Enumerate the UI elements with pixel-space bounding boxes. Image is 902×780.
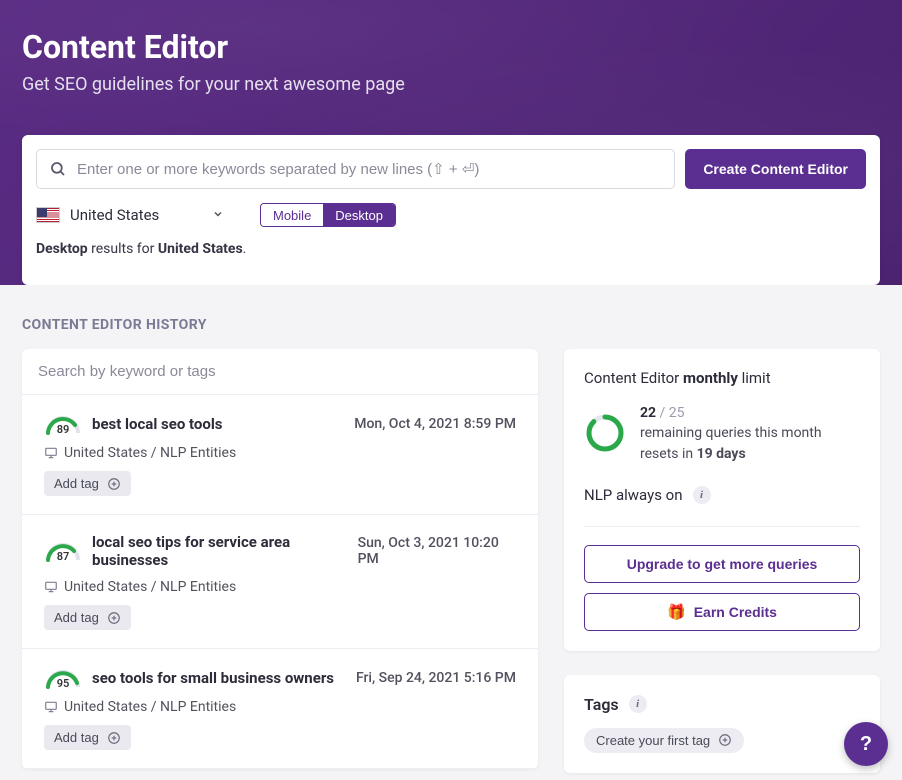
history-item-meta: United States / NLP Entities: [44, 579, 516, 595]
history-search-input[interactable]: [22, 349, 538, 394]
keyword-input[interactable]: [77, 161, 662, 178]
search-icon: [49, 160, 67, 178]
content-score-gauge: 89: [44, 413, 82, 435]
history-item-date: Sun, Oct 3, 2021 10:20 PM: [358, 535, 516, 567]
history-list: 89 best local seo tools Mon, Oct 4, 2021…: [22, 349, 538, 769]
page-title: Content Editor: [22, 28, 880, 66]
history-section-label: CONTENT EDITOR HISTORY: [22, 317, 880, 333]
plus-icon: [107, 611, 121, 625]
create-content-editor-button[interactable]: Create Content Editor: [685, 149, 866, 189]
keyword-input-wrap[interactable]: [36, 149, 675, 189]
tags-card: Tags i Create your first tag: [564, 675, 880, 773]
earn-credits-button[interactable]: 🎁 Earn Credits: [584, 593, 860, 631]
history-search-wrap: [22, 349, 538, 395]
usage-donut-icon: [584, 412, 626, 454]
add-tag-button[interactable]: Add tag: [44, 471, 131, 496]
history-item[interactable]: 87 local seo tips for service area busin…: [22, 515, 538, 649]
content-score-gauge: 87: [44, 540, 82, 562]
info-icon[interactable]: i: [629, 695, 647, 713]
content-score-value: 87: [57, 550, 70, 563]
history-item-title: local seo tips for service area business…: [92, 533, 358, 569]
history-item[interactable]: 95 seo tools for small business owners F…: [22, 649, 538, 769]
device-desktop-tab[interactable]: Desktop: [323, 204, 395, 226]
upgrade-button[interactable]: Upgrade to get more queries: [584, 545, 860, 583]
history-item[interactable]: 89 best local seo tools Mon, Oct 4, 2021…: [22, 395, 538, 515]
device-mobile-tab[interactable]: Mobile: [261, 204, 323, 226]
limit-text: 22 / 25 remaining queries this month res…: [640, 403, 822, 464]
plus-icon: [718, 733, 732, 747]
hero-banner: Content Editor Get SEO guidelines for yo…: [0, 0, 902, 285]
plus-icon: [107, 477, 121, 491]
gift-icon: 🎁: [667, 603, 686, 621]
history-item-date: Fri, Sep 24, 2021 5:16 PM: [356, 670, 516, 686]
help-fab-button[interactable]: ?: [844, 722, 888, 766]
chevron-down-icon: [212, 206, 224, 224]
limit-card: Content Editor monthly limit 22 / 25 rem…: [564, 349, 880, 651]
desktop-icon: [44, 580, 58, 594]
plus-icon: [107, 731, 121, 745]
history-item-title: seo tools for small business owners: [92, 669, 334, 687]
add-tag-button[interactable]: Add tag: [44, 605, 131, 630]
info-icon[interactable]: i: [693, 486, 711, 504]
search-card: Create Content Editor United States Mobi…: [22, 135, 880, 285]
nlp-status: NLP always on i: [584, 486, 860, 504]
device-toggle: Mobile Desktop: [260, 203, 396, 227]
tags-header: Tags i: [584, 695, 860, 714]
country-select[interactable]: United States: [36, 206, 224, 224]
desktop-icon: [44, 446, 58, 460]
desktop-icon: [44, 700, 58, 714]
content-score-value: 95: [57, 677, 70, 690]
results-summary: Desktop results for United States.: [36, 241, 866, 257]
history-item-meta: United States / NLP Entities: [44, 699, 516, 715]
create-tag-button[interactable]: Create your first tag: [584, 728, 744, 753]
limit-title: Content Editor monthly limit: [584, 369, 860, 387]
history-item-title: best local seo tools: [92, 415, 223, 433]
content-score-gauge: 95: [44, 667, 82, 689]
page-subtitle: Get SEO guidelines for your next awesome…: [22, 74, 880, 95]
flag-us-icon: [36, 207, 60, 223]
history-item-meta: United States / NLP Entities: [44, 445, 516, 461]
history-item-date: Mon, Oct 4, 2021 8:59 PM: [354, 416, 516, 432]
country-name: United States: [70, 206, 159, 224]
content-score-value: 89: [57, 423, 70, 436]
add-tag-button[interactable]: Add tag: [44, 725, 131, 750]
